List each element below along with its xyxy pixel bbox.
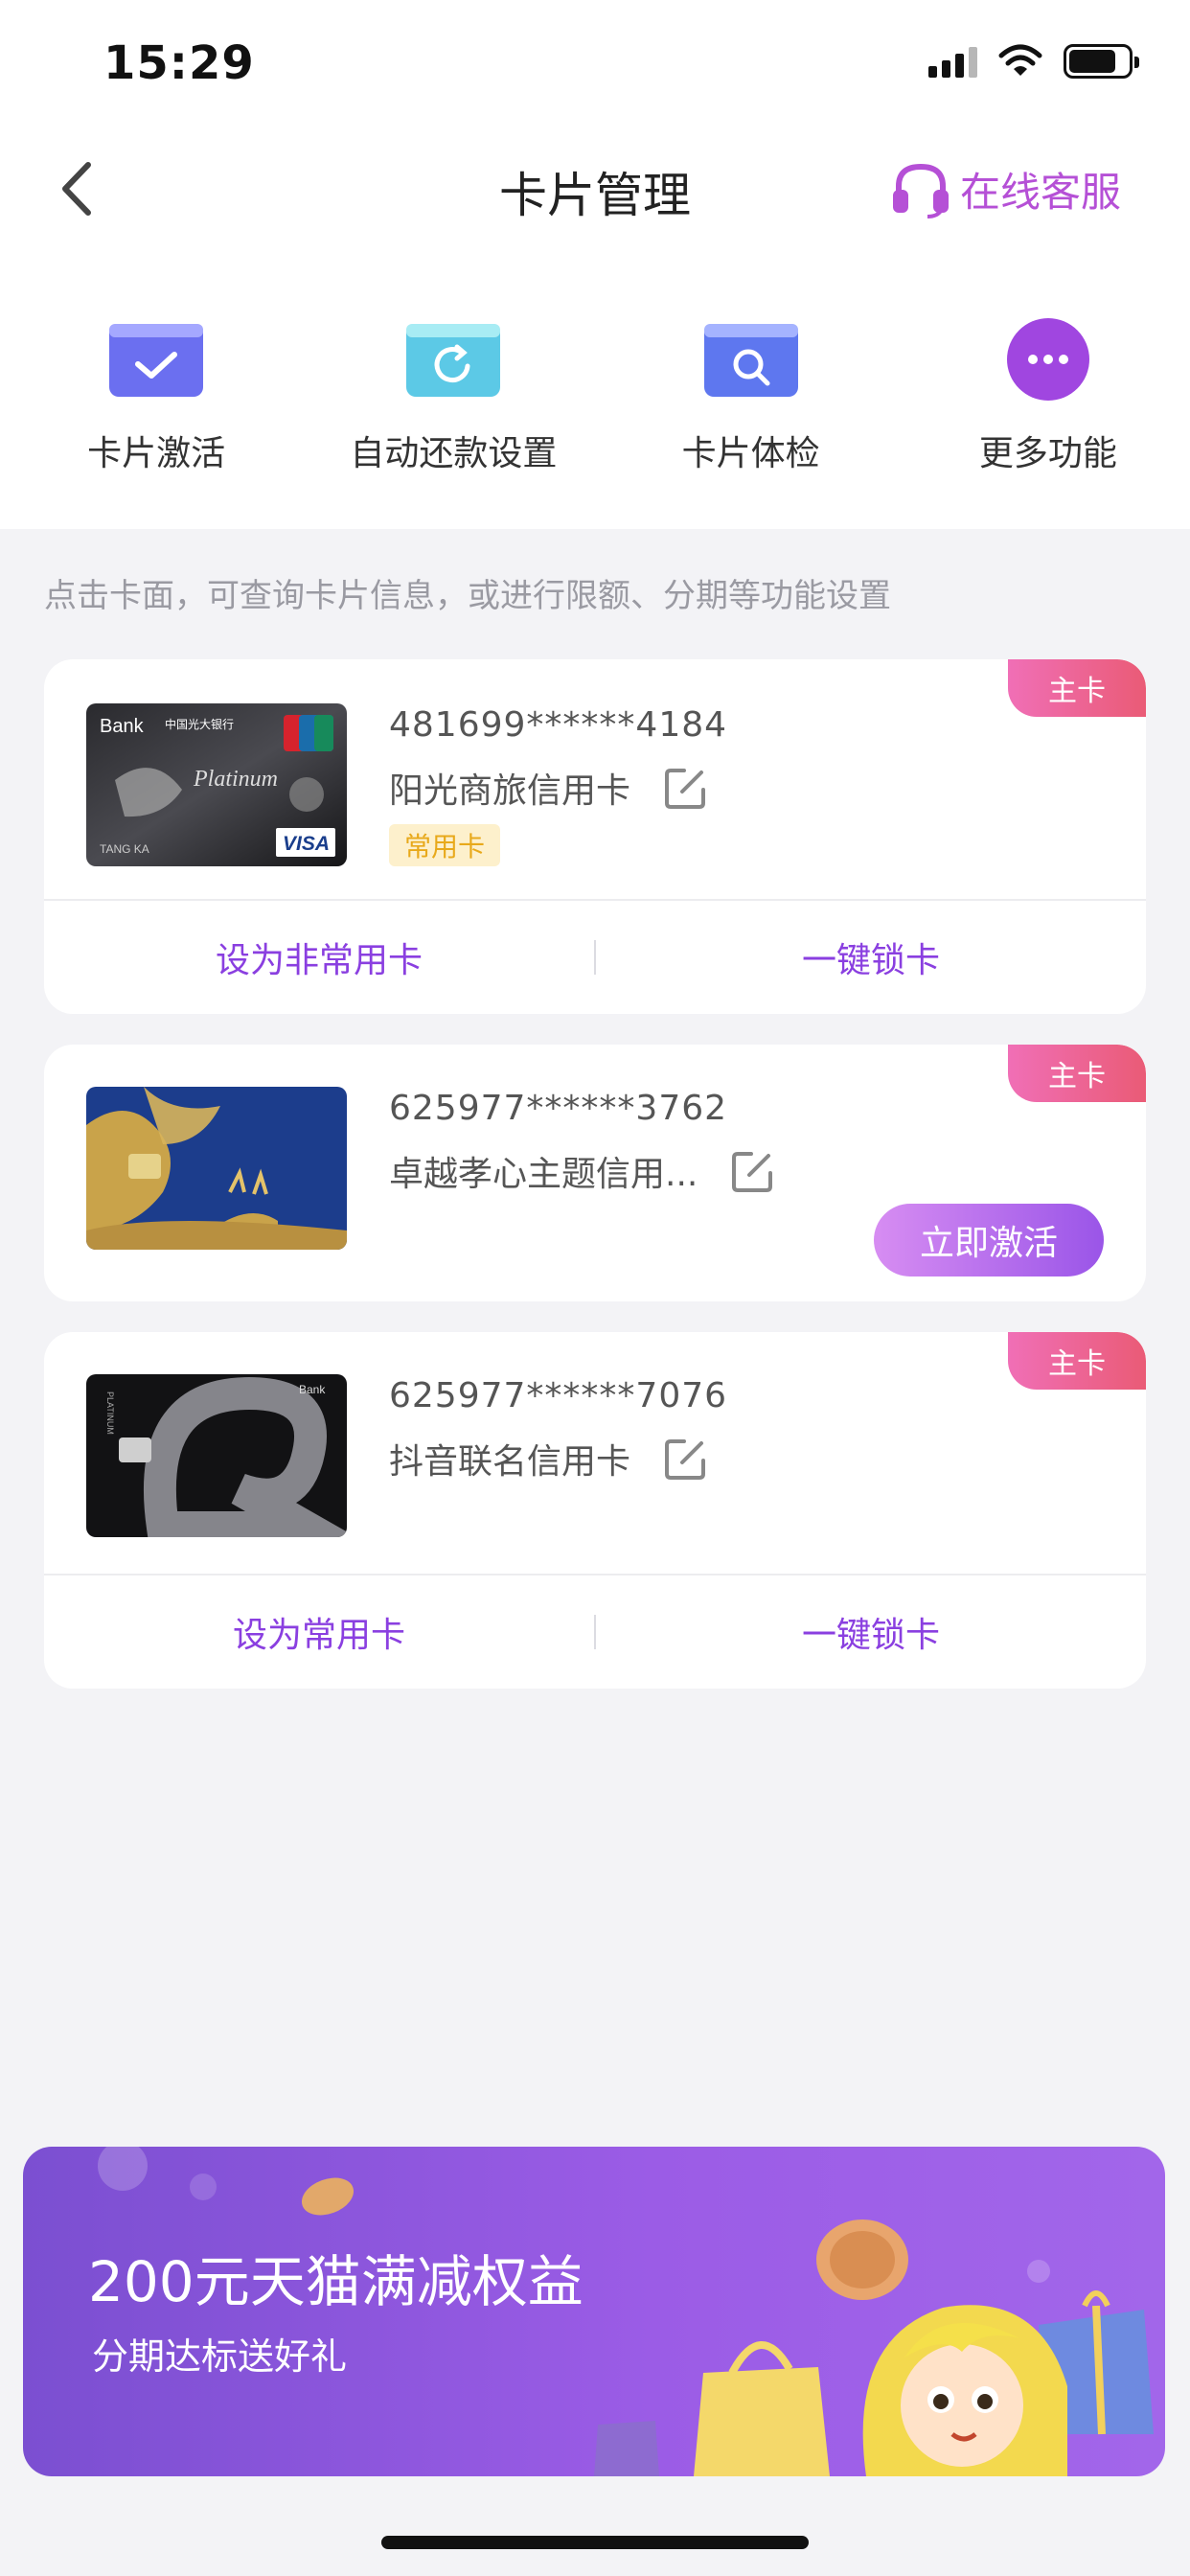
primary-card-badge: 主卡	[1008, 1045, 1146, 1102]
function-row: 卡片激活 自动还款设置 卡片体检 更多功能	[0, 316, 1190, 475]
card-actions: 设为常用卡 一键锁卡	[44, 1574, 1146, 1689]
card-face-image[interactable]	[86, 1087, 347, 1250]
card-name: 卓越孝心主题信用...	[389, 1155, 698, 1194]
status-time: 15:29	[103, 36, 255, 90]
card-activate-icon	[107, 316, 205, 402]
func-label: 更多功能	[978, 434, 1117, 473]
headset-icon	[892, 163, 949, 218]
card-number: 625977******3762	[389, 1089, 728, 1128]
edit-icon[interactable]	[663, 1436, 709, 1482]
card-name: 抖音联名信用卡	[389, 1442, 631, 1482]
card-bank-logo: Bank	[299, 1383, 326, 1396]
status-icons	[928, 44, 1139, 79]
card-number: 481699******4184	[389, 705, 728, 745]
promo-banner[interactable]: 200元天猫满减权益 分期达标送好礼	[23, 2147, 1165, 2476]
card-name-row: 卓越孝心主题信用...	[389, 1146, 776, 1196]
banner-title: 200元天猫满减权益	[88, 2249, 584, 2314]
edit-icon[interactable]	[663, 765, 709, 811]
banner-subtitle: 分期达标送好礼	[92, 2335, 348, 2378]
card-number: 625977******7076	[389, 1376, 728, 1415]
card-holder: TANG KA	[100, 842, 149, 856]
edit-icon[interactable]	[730, 1148, 776, 1194]
func-card-check[interactable]: 卡片体检	[609, 316, 893, 475]
home-indicator[interactable]	[381, 2536, 809, 2549]
func-card-activate[interactable]: 卡片激活	[14, 316, 298, 475]
online-service-label: 在线客服	[959, 168, 1121, 216]
frequent-card-tag: 常用卡	[389, 824, 501, 866]
card-actions: 设为非常用卡 一键锁卡	[44, 899, 1146, 1014]
primary-card-badge: 主卡	[1008, 659, 1146, 717]
set-non-frequent-button[interactable]: 设为非常用卡	[44, 932, 594, 982]
card-face-image[interactable]: PLATINUM Bank	[86, 1374, 347, 1537]
card-series: PLATINUM	[105, 1392, 115, 1435]
activate-now-button[interactable]: 立即激活	[874, 1204, 1104, 1276]
card-name-row: 抖音联名信用卡	[389, 1434, 709, 1484]
func-label: 卡片体检	[681, 434, 820, 473]
func-label: 卡片激活	[87, 434, 226, 473]
card-bank-name: 中国光大银行	[165, 717, 234, 731]
card-series: Platinum	[193, 767, 278, 792]
func-more[interactable]: 更多功能	[906, 316, 1190, 475]
func-label: 自动还款设置	[350, 434, 558, 473]
card-check-icon	[702, 316, 800, 402]
credit-card-item[interactable]: 主卡 625977******3762 卓越孝心主题信用... 立即激活	[44, 1045, 1146, 1301]
credit-card-item[interactable]: 主卡 PLATINUM Bank 625977******7076 抖音联名信用…	[44, 1332, 1146, 1689]
card-name-row: 阳光商旅信用卡	[389, 763, 709, 813]
card-bank-logo: Bank	[100, 716, 145, 737]
online-service-button[interactable]: 在线客服	[889, 157, 1121, 220]
set-frequent-button[interactable]: 设为常用卡	[44, 1607, 594, 1657]
wifi-icon	[998, 44, 1042, 76]
more-icon	[999, 316, 1097, 402]
signal-icon	[928, 45, 977, 78]
hint-text: 点击卡面，可查询卡片信息，或进行限额、分期等功能设置	[44, 577, 891, 615]
lock-card-button[interactable]: 一键锁卡	[596, 1607, 1146, 1657]
auto-repay-icon	[404, 316, 502, 402]
card-network: VISA	[283, 833, 330, 855]
lock-card-button[interactable]: 一键锁卡	[596, 932, 1146, 982]
card-name: 阳光商旅信用卡	[389, 771, 631, 811]
credit-card-item[interactable]: 主卡 Bank 中国光大银行 Platinum TANG KA VISA 481…	[44, 659, 1146, 1014]
card-face-image[interactable]: Bank 中国光大银行 Platinum TANG KA VISA	[86, 703, 347, 866]
func-auto-repay[interactable]: 自动还款设置	[311, 316, 595, 475]
primary-card-badge: 主卡	[1008, 1332, 1146, 1390]
battery-icon	[1064, 44, 1139, 79]
